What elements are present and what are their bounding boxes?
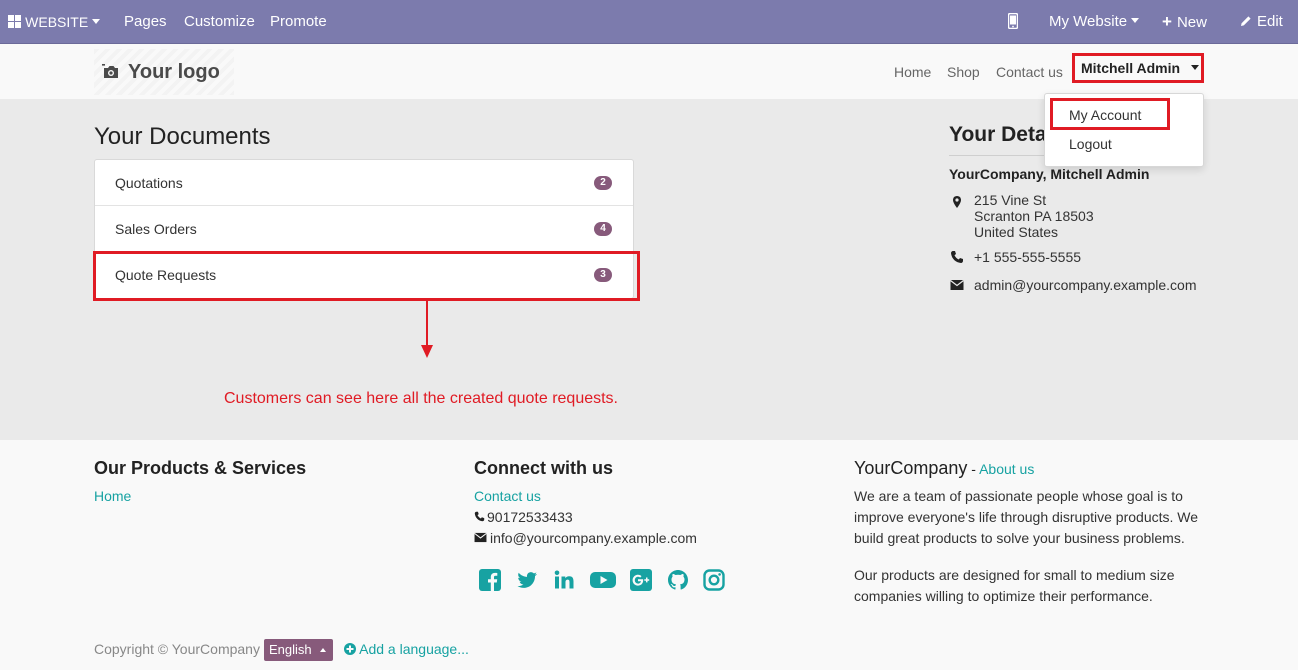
list-item-sales-orders[interactable]: Sales Orders 4 [95, 206, 633, 252]
website-menu[interactable]: WEBSITE [8, 0, 101, 44]
nav-contact-us[interactable]: Contact us [996, 45, 1063, 99]
mobile-phone-icon [1007, 12, 1019, 29]
footer-email-text[interactable]: info@yourcompany.example.com [490, 530, 697, 546]
camera-icon [102, 64, 118, 78]
logo-text: Your logo [128, 60, 220, 83]
site-footer: Our Products & Services Home Connect wit… [0, 440, 1298, 670]
copyright-text: Copyright © YourCompany [94, 641, 260, 657]
footer-phone: 90172533433 [474, 509, 573, 525]
user-menu[interactable]: Mitchell Admin [1072, 53, 1204, 83]
footer-phone-text: 90172533433 [487, 509, 573, 525]
address-line-3: United States [974, 224, 1059, 240]
footer-products-title: Our Products & Services [94, 458, 307, 478]
my-account-highlight [1050, 98, 1170, 130]
apps-grid-icon [8, 15, 21, 29]
address-line-1: 215 Vine St [974, 192, 1047, 208]
edit-label: Edit [1257, 13, 1283, 30]
chevron-down-icon [92, 19, 101, 25]
my-website-menu[interactable]: My Website [1049, 0, 1140, 44]
logout-link[interactable]: Logout [1045, 130, 1203, 158]
documents-title: Your Documents [94, 123, 271, 150]
plus-icon: + [1162, 12, 1172, 31]
customize-menu[interactable]: Customize [184, 0, 255, 44]
footer-company-title: YourCompany [854, 458, 968, 478]
site-logo[interactable]: Your logo [94, 49, 234, 95]
add-language-label: Add a language... [359, 641, 469, 657]
youtube-icon[interactable] [590, 569, 616, 591]
nav-shop[interactable]: Shop [947, 45, 980, 99]
site-header: Your logo Home Shop Contact us Mitchell … [0, 45, 1298, 99]
details-title: Your Details [949, 123, 1044, 146]
footer-home-link[interactable]: Home [94, 488, 131, 504]
footer-connect-title: Connect with us [474, 458, 613, 478]
footer-company-separator: - [967, 461, 980, 477]
github-icon[interactable] [667, 569, 689, 591]
footer-about-link[interactable]: About us [979, 461, 1034, 477]
annotation-arrow [426, 301, 428, 349]
promote-menu[interactable]: Promote [270, 0, 327, 44]
sales-orders-label: Sales Orders [115, 221, 197, 237]
sales-orders-count-badge: 4 [594, 222, 612, 236]
footer-contact-link[interactable]: Contact us [474, 488, 541, 504]
edit-button[interactable]: Edit [1240, 0, 1283, 44]
mobile-preview-button[interactable] [1007, 0, 1019, 44]
quote-requests-highlight [93, 251, 640, 301]
my-website-label: My Website [1049, 13, 1128, 30]
quotations-label: Quotations [115, 175, 183, 191]
pages-menu[interactable]: Pages [124, 0, 167, 44]
footer-about-paragraph-1: We are a team of passionate people whose… [854, 488, 1199, 546]
language-label: English [269, 642, 312, 657]
linkedin-icon[interactable] [553, 569, 575, 591]
chevron-down-icon [1131, 18, 1140, 24]
facebook-icon[interactable] [479, 569, 501, 591]
address-line-2: Scranton PA 18503 [974, 208, 1094, 224]
envelope-icon [950, 280, 964, 290]
list-item-quotations[interactable]: Quotations 2 [95, 160, 633, 206]
plus-circle-icon [344, 642, 356, 655]
website-menu-label: WEBSITE [25, 14, 89, 30]
arrow-down-icon [421, 345, 433, 358]
website-admin-bar: WEBSITE Pages Customize Promote My Websi… [0, 0, 1298, 44]
footer-about-paragraph-2: Our products are designed for small to m… [854, 567, 1175, 604]
user-name: Mitchell Admin [1081, 60, 1181, 76]
map-marker-icon [953, 196, 961, 208]
annotation-text: Customers can see here all the created q… [224, 390, 618, 407]
user-dropdown: My Account Logout [1044, 93, 1204, 167]
quotations-count-badge: 2 [594, 176, 612, 190]
chevron-down-icon [1190, 65, 1199, 71]
new-button[interactable]: + New [1162, 0, 1207, 44]
pencil-icon [1241, 15, 1251, 26]
details-company: YourCompany, Mitchell Admin [949, 166, 1150, 182]
details-email: admin@yourcompany.example.com [974, 277, 1197, 293]
chevron-up-icon [320, 648, 326, 652]
footer-email: info@yourcompany.example.com [474, 530, 697, 546]
nav-home[interactable]: Home [894, 45, 931, 99]
instagram-icon[interactable] [703, 569, 725, 591]
footer-company-heading: YourCompany - About us [854, 458, 1034, 479]
add-language-link[interactable]: Add a language... [344, 641, 469, 657]
details-phone: +1 555-555-5555 [974, 249, 1082, 265]
envelope-icon [474, 533, 487, 543]
phone-icon [951, 251, 963, 263]
google-plus-icon[interactable] [630, 569, 652, 591]
phone-icon [474, 512, 485, 522]
new-label: New [1176, 14, 1207, 31]
language-selector[interactable]: English [264, 639, 333, 661]
twitter-icon[interactable] [516, 569, 538, 591]
